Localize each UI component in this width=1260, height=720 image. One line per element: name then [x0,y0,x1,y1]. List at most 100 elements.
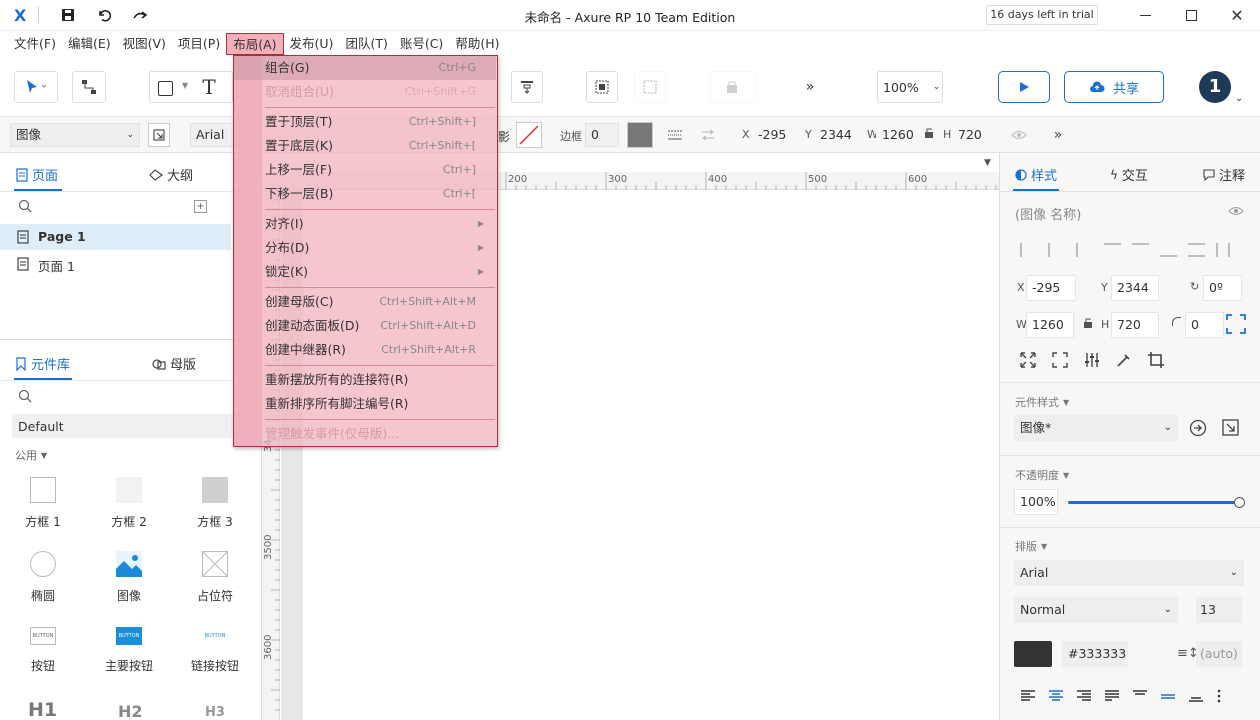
w-input[interactable]: 1260 [1026,312,1074,338]
zoom-select[interactable]: 100% ⌄ [877,71,943,103]
menu-item-group[interactable]: 组合(G) Ctrl+G [234,56,496,80]
apply-style-icon[interactable] [1189,419,1207,440]
opacity-slider-handle[interactable] [1234,497,1245,508]
slice-icon[interactable] [1115,351,1133,369]
menu-item-send-backward[interactable]: 下移一层(B) Ctrl+[ [234,182,496,206]
lock-ratio-icon[interactable] [1083,317,1093,332]
menu-item-create-repeater[interactable]: 创建中继器(R) Ctrl+Shift+Alt+R [234,338,496,362]
page-row-selected[interactable]: Page 1 [0,224,231,250]
maximize-icon[interactable] [1176,4,1206,26]
widget-style-select[interactable]: 图像 ⌄ [10,123,140,147]
more-properties-icon[interactable]: » [1046,125,1070,145]
menu-item-reorder-footnotes[interactable]: 重新排序所有脚注编号(R) [234,392,496,416]
typography-section[interactable]: 排版 ▼ [1015,538,1047,554]
align-left-icon[interactable] [1020,243,1037,257]
visibility-eye-icon[interactable] [1228,205,1244,219]
crop-icon[interactable] [1147,351,1165,369]
widget-button[interactable]: BUTTON 按钮 [3,627,83,674]
widget-box-2[interactable]: 方框 2 [89,475,169,530]
menu-view[interactable]: 视图(V) [117,33,172,55]
widget-h2[interactable]: H2 [118,702,143,720]
menu-item-bring-forward[interactable]: 上移一层(F) Ctrl+] [234,158,496,182]
menu-team[interactable]: 团队(T) [339,33,393,55]
menu-account[interactable]: 账号(C) [394,33,449,55]
lock-ratio-icon[interactable] [922,125,936,141]
h-input[interactable]: 720 [952,123,992,147]
align-center-icon[interactable] [1048,243,1065,257]
fill-color-swatch[interactable] [627,122,653,148]
border-style-icon[interactable] [662,125,688,145]
menu-help[interactable]: 帮助(H) [449,33,505,55]
menu-file[interactable]: 文件(F) [8,33,62,55]
tab-style[interactable]: 样式 [1015,165,1057,184]
menu-item-send-to-back[interactable]: 置于底层(K) Ctrl+Shift+[ [234,134,496,158]
y-input[interactable]: 2344 [814,123,856,147]
font-weight-select[interactable]: Normal ⌄ [1014,597,1178,623]
valign-middle-icon[interactable] [1160,690,1176,702]
widget-h3[interactable]: H3 [205,705,225,720]
font-family-select[interactable]: Arial ⌄ [1014,560,1244,586]
edit-style-icon[interactable] [1222,419,1239,439]
align-right-icon[interactable] [1076,243,1093,257]
text-align-center-icon[interactable] [1048,690,1064,702]
lock-tool-icon[interactable] [710,71,756,103]
tab-library[interactable]: 元件库 [16,354,70,373]
expand-icon[interactable] [1019,351,1037,369]
opacity-input[interactable]: 100% [1014,489,1058,515]
menu-item-ungroup[interactable]: 取消组合(U) Ctrl+Shift+G [234,80,496,104]
widget-primary-button[interactable]: BUTTON 主要按钮 [89,627,169,674]
chevron-down-icon[interactable]: ▼ [984,158,991,168]
menu-item-create-dynamic-panel[interactable]: 创建动态面板(D) Ctrl+Shift+Alt+D [234,314,496,338]
menu-project[interactable]: 项目(P) [172,33,226,55]
text-color-input[interactable]: #333333 [1062,641,1128,667]
minimize-icon[interactable] [1130,4,1160,26]
menu-item-rearrange-connectors[interactable]: 重新摆放所有的连接符(R) [234,368,496,392]
widget-image[interactable]: 图像 [89,549,169,604]
tab-pages[interactable]: 页面 [16,165,58,184]
menu-item-distribute[interactable]: 分布(D) ▶ [234,236,496,260]
tab-outline[interactable]: 大纲 [149,165,193,184]
adjust-sliders-icon[interactable] [1083,351,1101,369]
page-row[interactable]: 页面 1 [0,251,231,277]
menu-item-bring-to-front[interactable]: 置于顶层(T) Ctrl+Shift+] [234,110,496,134]
search-icon[interactable] [18,389,32,406]
valign-bottom-icon[interactable] [1188,690,1204,702]
close-icon[interactable]: ✕ [1222,4,1252,26]
opacity-slider-track[interactable] [1068,501,1240,504]
align-top-icon[interactable] [1104,243,1121,257]
menu-arrange[interactable]: 布局(A) [226,33,284,55]
widget-box-1[interactable]: 方框 1 [3,475,83,530]
widget-style-section[interactable]: 元件样式 ▼ [1015,394,1069,410]
text-color-swatch[interactable] [1014,641,1052,667]
more-options-icon[interactable] [1216,689,1222,703]
fullscreen-icon[interactable] [1051,351,1069,369]
align-bottom-icon[interactable] [1160,243,1177,257]
menu-publish[interactable]: 发布(U) [284,33,340,55]
select-tool-button[interactable] [14,71,58,103]
x-input[interactable]: -295 [752,123,792,147]
rotation-input[interactable]: 0º [1203,275,1242,301]
widget-style-select[interactable]: 图像* ⌄ [1014,415,1178,441]
add-page-icon[interactable]: + [194,200,207,213]
distribute-h-icon[interactable] [1188,243,1205,257]
group-tool-icon[interactable] [586,71,618,103]
arrow-style-icon[interactable] [696,125,720,145]
rectangle-tool-icon[interactable] [154,77,176,99]
tab-notes[interactable]: 注释 [1203,165,1245,184]
distribute-v-icon[interactable] [1216,243,1230,257]
h-input[interactable]: 720 [1111,312,1159,338]
connector-tool-icon[interactable] [72,71,106,103]
share-button[interactable]: 共享 [1064,71,1164,103]
search-icon[interactable] [18,199,32,216]
text-tool-icon[interactable]: T [198,75,220,99]
y-input[interactable]: 2344 [1111,275,1159,301]
shadow-swatch[interactable] [516,122,542,148]
radius-input[interactable]: 0 [1185,312,1224,338]
fit-bounds-icon[interactable] [1226,314,1246,334]
ungroup-tool-icon[interactable] [634,71,666,103]
tab-interactions[interactable]: ϟ 交互 [1110,165,1148,185]
widget-ellipse[interactable]: 椭圆 [3,549,83,604]
text-justify-icon[interactable] [1104,690,1120,702]
border-input[interactable]: 0 [585,123,619,147]
text-align-left-icon[interactable] [1020,690,1036,702]
